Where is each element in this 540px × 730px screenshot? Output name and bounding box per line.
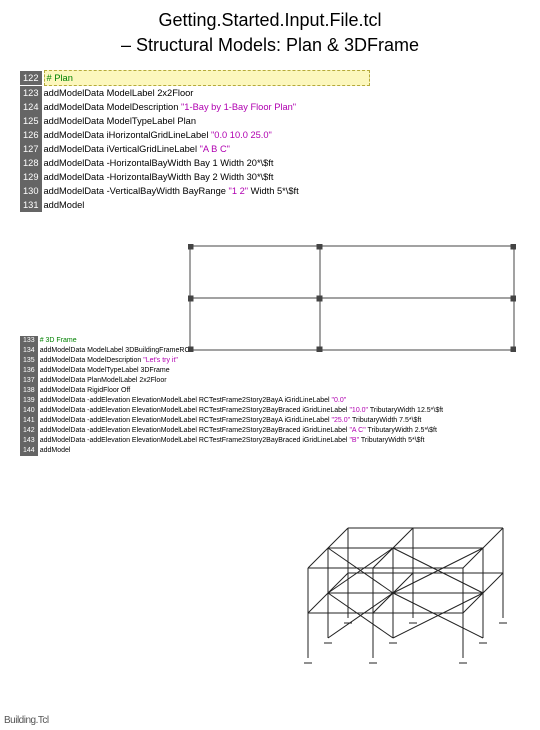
code-line: 136addModelData ModelTypeLabel 3DFrame [20,366,540,376]
code-line: 144addModel [20,446,540,456]
line-number: 131 [20,198,42,212]
line-number: 135 [20,356,38,366]
code-line: 143addModelData -addElevation ElevationM… [20,436,540,446]
line-number: 137 [20,376,38,386]
code-line: 142addModelData -addElevation ElevationM… [20,426,540,436]
code-line: 141addModelData -addElevation ElevationM… [20,416,540,426]
code-line: 140addModelData -addElevation ElevationM… [20,406,540,416]
line-number: 134 [20,346,38,356]
line-number: 122 [20,71,42,85]
code-line: 124addModelData ModelDescription "1-Bay … [20,100,540,114]
line-number: 124 [20,100,42,114]
line-number: 130 [20,184,42,198]
line-number: 141 [20,416,38,426]
code-block-plan: 122# Plan123addModelData ModelLabel 2x2F… [20,70,540,212]
frame-3d-diagram [278,508,508,678]
code-line: 139addModelData -addElevation ElevationM… [20,396,540,406]
line-number: 143 [20,436,38,446]
code-line: 123addModelData ModelLabel 2x2Floor [20,86,540,100]
code-line: 129addModelData -HorizontalBayWidth Bay … [20,170,540,184]
line-number: 142 [20,426,38,436]
code-line: 122# Plan [20,70,540,86]
code-line: 128addModelData -HorizontalBayWidth Bay … [20,156,540,170]
slide-subtitle: – Structural Models: Plan & 3DFrame [20,35,520,56]
line-number: 123 [20,86,42,100]
code-line: 130addModelData -VerticalBayWidth BayRan… [20,184,540,198]
code-line: 135addModelData ModelDescription "Let's … [20,356,540,366]
slide-title: Getting.Started.Input.File.tcl [20,10,520,31]
line-number: 128 [20,156,42,170]
line-number: 144 [20,446,38,456]
code-line: 137addModelData PlanModelLabel 2x2Floor [20,376,540,386]
code-line: 127addModelData iVerticalGridLineLabel "… [20,142,540,156]
code-line: 138addModelData RigidFloor Off [20,386,540,396]
line-number: 138 [20,386,38,396]
line-number: 136 [20,366,38,376]
line-number: 140 [20,406,38,416]
code-line: 131addModel [20,198,540,212]
plan-diagram [188,244,516,352]
line-number: 126 [20,128,42,142]
line-number: 125 [20,114,42,128]
line-number: 133 [20,336,38,346]
code-block-3dframe: 133# 3D Frame134addModelData ModelLabel … [20,336,540,456]
line-number: 127 [20,142,42,156]
line-number: 139 [20,396,38,406]
footer-label: Building.Tcl [4,715,49,726]
code-line: 125addModelData ModelTypeLabel Plan [20,114,540,128]
line-number: 129 [20,170,42,184]
code-line: 126addModelData iHorizontalGridLineLabel… [20,128,540,142]
